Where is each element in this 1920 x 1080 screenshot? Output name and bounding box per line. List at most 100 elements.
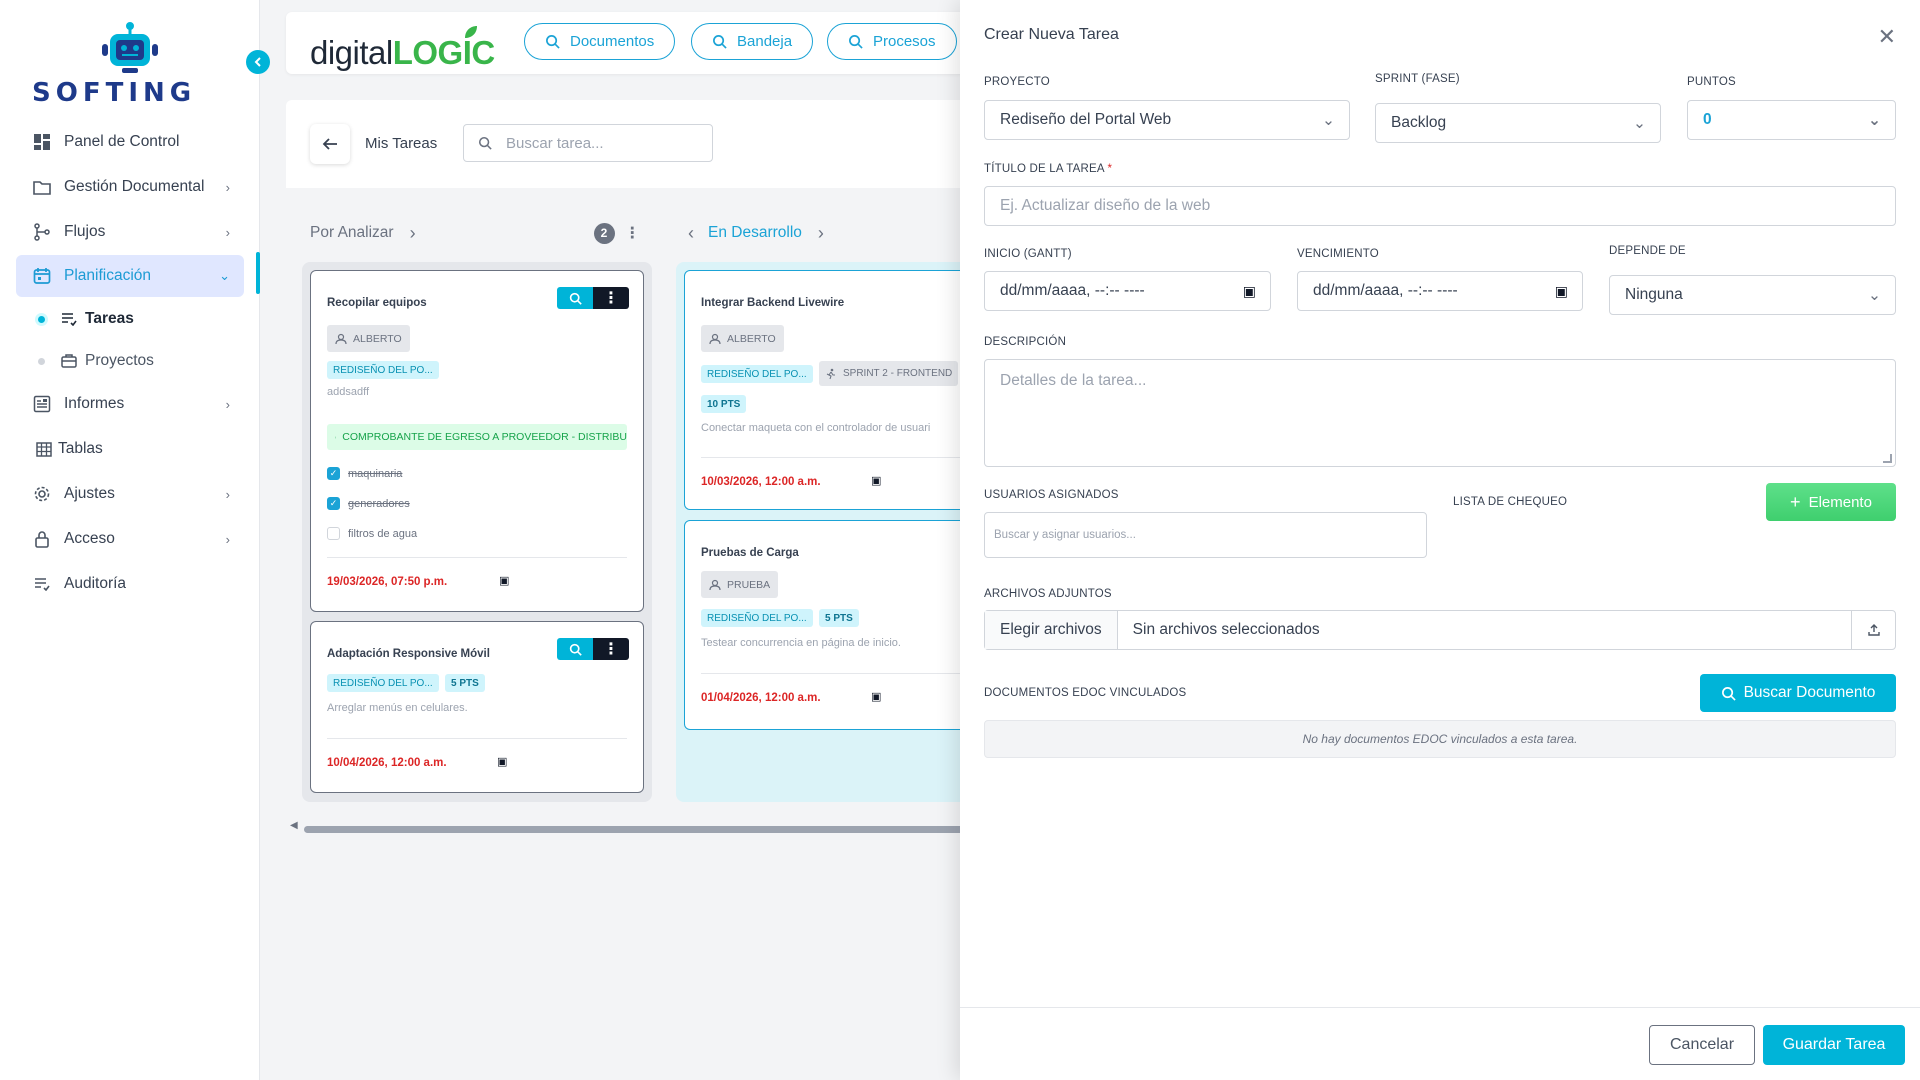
- column-en-desarrollo: ‹ En Desarrollo › Integrar Backend Livew…: [286, 218, 1043, 818]
- task-title-input[interactable]: Ej. Actualizar diseño de la web: [984, 186, 1896, 226]
- sprint-select[interactable]: Backlog ⌄: [1375, 103, 1661, 143]
- column-name: En Desarrollo: [708, 224, 802, 241]
- audit-icon: [32, 574, 52, 594]
- chevron-right-icon: ›: [225, 486, 230, 502]
- chevron-down-icon: ⌄: [1868, 111, 1881, 129]
- start-date-input[interactable]: dd/mm/aaaa, --:-- ---- ▣: [984, 271, 1271, 311]
- brand-name: SOFTING: [32, 78, 197, 108]
- sprint-label: SPRINT (FASE): [1375, 73, 1460, 85]
- divider: [701, 673, 997, 674]
- description-textarea[interactable]: Detalles de la tarea...: [984, 359, 1896, 467]
- plus-icon: +: [1790, 491, 1801, 512]
- kanban-board: Por Analizar › 2 ⋮ Recopilar equipos ⋮ A…: [286, 188, 1043, 840]
- sidebar-item-panel[interactable]: Panel de Control: [16, 120, 244, 164]
- documentos-button[interactable]: Documentos: [524, 23, 676, 60]
- choose-files-button[interactable]: Elegir archivos: [985, 611, 1118, 649]
- chevron-left-icon[interactable]: ‹: [688, 223, 694, 244]
- chevron-right-icon[interactable]: ›: [818, 223, 824, 244]
- briefcase-icon: [61, 354, 79, 368]
- points-select[interactable]: 0 ⌄: [1687, 100, 1896, 140]
- panel-title: Crear Nueva Tarea: [984, 26, 1119, 43]
- search-icon: [478, 136, 492, 150]
- sidebar-item-gestion[interactable]: Gestión Documental ›: [16, 165, 244, 209]
- logo-suffix: LOGIC: [392, 34, 496, 71]
- task-search-input[interactable]: Buscar tarea...: [463, 124, 713, 162]
- checklist-label: LISTA DE CHEQUEO: [1453, 496, 1568, 508]
- sidebar-item-flujos[interactable]: Flujos ›: [16, 210, 244, 254]
- digitallogic-logo[interactable]: digitalLOGIC: [310, 26, 496, 72]
- sidebar-item-ajustes[interactable]: Ajustes ›: [16, 472, 244, 516]
- sidebar-item-label: Panel de Control: [64, 133, 180, 150]
- search-icon: [849, 35, 863, 49]
- sidebar-item-acceso[interactable]: Acceso ›: [16, 517, 244, 561]
- assignee-chip: ALBERTO: [701, 325, 784, 352]
- sidebar: SOFTING Panel de Control Gestión Documen…: [0, 0, 260, 1080]
- calendar-icon[interactable]: ▣: [871, 690, 881, 703]
- users-search-input[interactable]: Buscar y asignar usuarios...: [984, 512, 1427, 558]
- sidebar-subitem-proyectos[interactable]: Proyectos: [16, 340, 244, 382]
- lock-icon: [32, 529, 52, 549]
- sidebar-subitem-tareas[interactable]: Tareas: [16, 298, 244, 340]
- gear-icon: [32, 484, 52, 504]
- scroll-left-icon[interactable]: ◀: [290, 820, 298, 831]
- board-horizontal-scrollbar[interactable]: ◀: [286, 820, 986, 834]
- calendar-icon[interactable]: ▣: [871, 474, 881, 487]
- logo-prefix: digital: [310, 34, 393, 71]
- project-select[interactable]: Rediseño del Portal Web ⌄: [984, 100, 1350, 140]
- due-date-input[interactable]: dd/mm/aaaa, --:-- ---- ▣: [1297, 271, 1583, 311]
- sidebar-item-informes[interactable]: Informes ›: [16, 382, 244, 426]
- sprint-value: Backlog: [1391, 114, 1447, 131]
- sidebar-item-label: Informes: [64, 395, 125, 412]
- cancel-button[interactable]: Cancelar: [1649, 1025, 1755, 1065]
- calendar-icon[interactable]: ▣: [1243, 283, 1256, 300]
- report-icon: [32, 394, 52, 414]
- add-element-button[interactable]: + Elemento: [1766, 483, 1896, 521]
- sidebar-item-planificacion[interactable]: Planificación ⌄: [16, 255, 244, 297]
- resize-handle-icon[interactable]: [1883, 454, 1892, 463]
- chevron-down-icon: ⌄: [219, 268, 230, 283]
- robot-logo-icon: [102, 22, 158, 73]
- users-placeholder: Buscar y asignar usuarios...: [994, 529, 1136, 541]
- calendar-icon: [32, 266, 52, 286]
- due-label: VENCIMIENTO: [1297, 248, 1379, 260]
- sidebar-item-tablas[interactable]: Tablas: [16, 427, 244, 471]
- file-input[interactable]: Elegir archivos Sin archivos seleccionad…: [984, 610, 1896, 650]
- due-date: 10/03/2026, 12:00 a.m.: [701, 476, 821, 488]
- sidebar-subitem-label: Proyectos: [85, 352, 154, 369]
- collapse-sidebar-button[interactable]: [246, 50, 270, 74]
- users-label: USUARIOS ASIGNADOS: [984, 489, 1119, 501]
- save-task-button[interactable]: Guardar Tarea: [1763, 1025, 1905, 1065]
- column-body: Integrar Backend Livewire ALBERTO REDISE…: [676, 262, 1043, 802]
- active-dot: [38, 315, 45, 323]
- sidebar-item-auditoria[interactable]: Auditoría: [16, 562, 244, 606]
- search-icon: [713, 35, 727, 49]
- chevron-right-icon: ›: [225, 396, 230, 412]
- flow-icon: [32, 222, 52, 242]
- bandeja-button[interactable]: Bandeja: [691, 23, 814, 60]
- upload-icon[interactable]: [1851, 611, 1895, 649]
- search-document-button[interactable]: Buscar Documento: [1700, 674, 1896, 712]
- sidebar-item-label: Acceso: [64, 530, 115, 547]
- depends-select[interactable]: Ninguna ⌄: [1609, 275, 1896, 315]
- card-title: Integrar Backend Livewire: [701, 297, 845, 309]
- card-description: Testear concurrencia en página de inicio…: [701, 637, 901, 649]
- procesos-button[interactable]: Procesos: [827, 23, 957, 60]
- back-button[interactable]: [310, 124, 350, 164]
- scrollbar-thumb[interactable]: [304, 826, 986, 833]
- edoc-label: DOCUMENTOS EDOC VINCULADOS: [984, 687, 1187, 699]
- chevron-down-icon: ⌄: [1322, 111, 1335, 129]
- add-element-label: Elemento: [1808, 493, 1872, 511]
- table-icon: [34, 439, 54, 459]
- task-title-label-text: TÍTULO DE LA TAREA: [984, 163, 1105, 175]
- softing-logo[interactable]: SOFTING: [28, 20, 233, 108]
- close-icon[interactable]: ✕: [1878, 24, 1896, 50]
- divider: [701, 457, 997, 458]
- search-document-label: Buscar Documento: [1743, 684, 1876, 701]
- chevron-down-icon: ⌄: [1633, 114, 1646, 132]
- calendar-icon[interactable]: ▣: [1555, 283, 1568, 300]
- bandeja-label: Bandeja: [737, 33, 793, 50]
- sidebar-item-label: Auditoría: [64, 575, 127, 592]
- sprint-name: SPRINT 2 - FRONTEND: [843, 368, 953, 379]
- project-value: Rediseño del Portal Web: [1000, 111, 1172, 128]
- tasks-icon: [61, 312, 79, 326]
